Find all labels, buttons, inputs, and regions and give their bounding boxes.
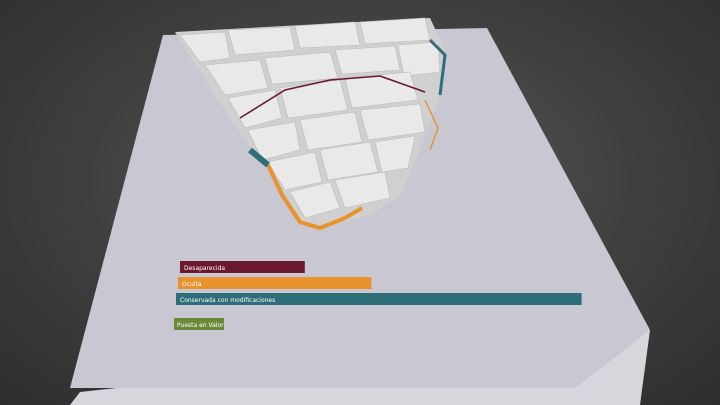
3d-city-model-scene[interactable]: Desaparecida Oculta Conservada con modif… — [0, 0, 720, 405]
legend-label: Desaparecida — [184, 265, 225, 272]
legend-item-puesta-en-valor: Puesta en Valor — [174, 318, 224, 330]
legend-item-conservada: Conservada con modificaciones — [176, 293, 582, 305]
legend-label: Oculta — [182, 281, 202, 288]
legend-bar — [178, 277, 372, 289]
legend-label: Conservada con modificaciones — [180, 297, 275, 304]
legend-item-desaparecida: Desaparecida — [180, 261, 305, 273]
legend-item-oculta: Oculta — [178, 277, 372, 289]
legend-label: Puesta en Valor — [177, 322, 224, 329]
